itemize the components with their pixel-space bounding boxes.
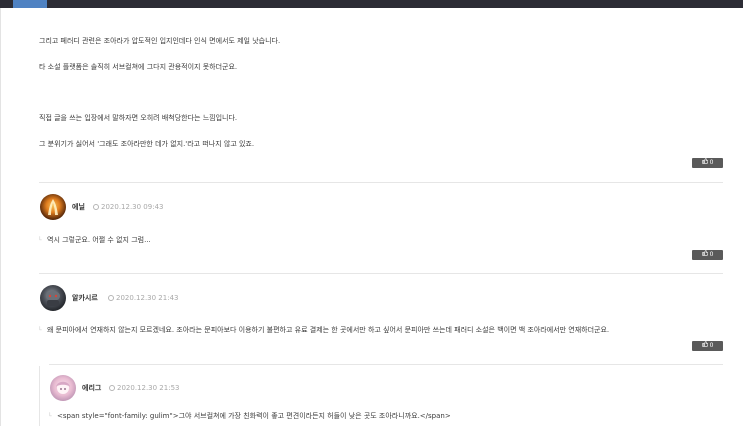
- clock-icon: [93, 204, 99, 210]
- thumbs-up-icon: [701, 341, 708, 351]
- comment-like-count: 0: [709, 342, 714, 349]
- robot-avatar-icon: [46, 291, 60, 306]
- comment-author[interactable]: 알카시르: [72, 294, 98, 303]
- reply-date: 2020.12.30 21:53: [109, 384, 179, 393]
- post-line-3: 직접 글을 쓰는 입장에서 말하자면 오히려 배척당한다는 느낌입니다.: [39, 114, 238, 122]
- reply-divider: [49, 364, 723, 365]
- post-line-2: 타 소설 플랫폼은 솔직히 서브컬쳐에 그다지 관용적이지 못하더군요.: [39, 63, 238, 71]
- comment-like-button[interactable]: 0: [692, 341, 723, 351]
- post-like-count: 0: [709, 159, 714, 166]
- comment-text: 왜 문피아에서 연재하지 않는지 모르겠네요. 조아라는 문피아보다 이용하기 …: [47, 326, 610, 334]
- topbar-active-tab[interactable]: [13, 0, 47, 8]
- clock-icon: [109, 385, 115, 391]
- comment-divider: [39, 273, 723, 274]
- top-navigation-bar: [0, 0, 743, 8]
- avatar[interactable]: [50, 375, 76, 401]
- comment-date: 2020.12.30 09:43: [93, 203, 163, 212]
- post-like-button[interactable]: 0: [692, 158, 723, 168]
- post-line-1: 그리고 페러디 관련은 조아라가 압도적인 입지인데다 인식 면에서도 제일 낫…: [39, 37, 281, 45]
- comment-like-button[interactable]: 0: [692, 250, 723, 260]
- thumbs-up-icon: [701, 158, 708, 168]
- avatar[interactable]: [40, 285, 66, 311]
- post-content-area: 그리고 페러디 관련은 조아라가 압도적인 입지인데다 인식 면에서도 제일 낫…: [0, 8, 743, 426]
- anime-avatar-icon: [56, 381, 70, 394]
- reply-text: <span style="font-family: gulim">그야 서브컬쳐…: [57, 412, 451, 420]
- comment-date-text: 2020.12.30 21:43: [116, 294, 179, 302]
- reply-arrow-icon: └: [38, 237, 42, 244]
- clock-icon: [108, 295, 114, 301]
- comment-date-text: 2020.12.30 09:43: [101, 203, 164, 211]
- post-line-4: 그 분위기가 싫어서 '그래도 조아라만한 데가 없지.'라고 떠나지 않고 있…: [39, 140, 255, 148]
- comment-author[interactable]: 에닐: [72, 203, 85, 212]
- flame-icon: [48, 199, 58, 215]
- comment-date: 2020.12.30 21:43: [108, 294, 178, 303]
- reply-arrow-icon: └: [48, 413, 52, 420]
- reply-author[interactable]: 에리그: [82, 384, 101, 393]
- reply-arrow-icon: └: [38, 327, 42, 334]
- thumbs-up-icon: [701, 250, 708, 260]
- post-divider: [39, 182, 723, 183]
- avatar[interactable]: [40, 194, 66, 220]
- comment-like-count: 0: [709, 251, 714, 258]
- reply-thread-line: [39, 366, 40, 426]
- comment-text: 역시 그렇군요. 어쩔 수 없지 그럼...: [47, 236, 151, 244]
- reply-date-text: 2020.12.30 21:53: [117, 384, 180, 392]
